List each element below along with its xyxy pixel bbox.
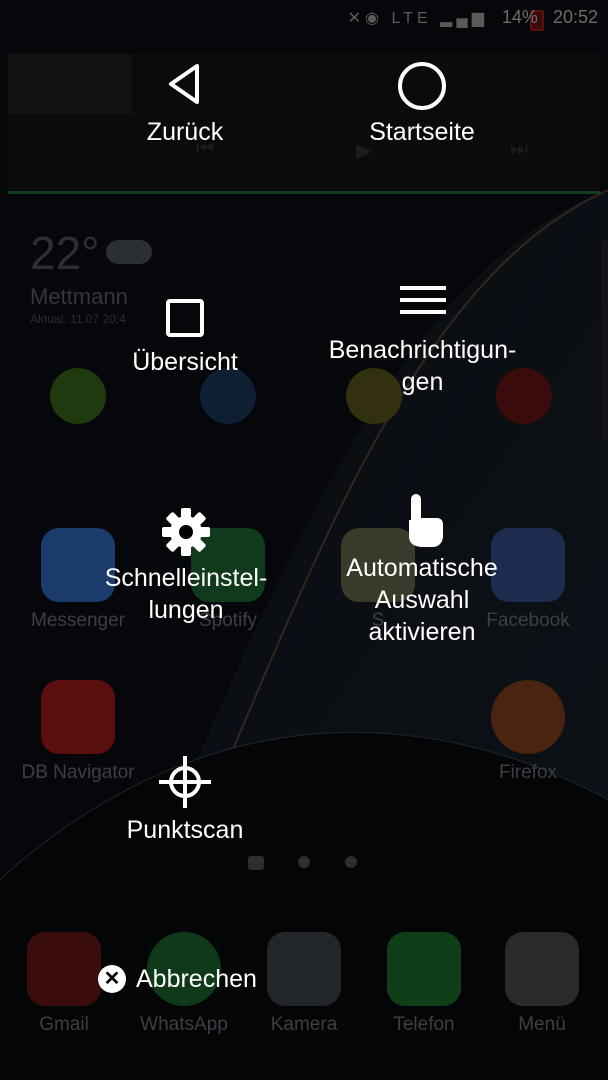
overview-label: Übersicht (132, 348, 238, 376)
home-label: Startseite (369, 118, 475, 146)
quick-settings-label: Schnelleinstel- lungen (104, 564, 268, 624)
point-scan-button[interactable]: Punktscan (95, 756, 275, 846)
auto-select-label: Automatische Auswahl aktivieren (346, 554, 498, 646)
auto-select-button[interactable]: Automatische Auswahl aktivieren (322, 492, 522, 648)
crosshair-icon (159, 756, 211, 808)
notifications-label: Benachrichtigun- gen (328, 336, 517, 396)
gear-icon (162, 508, 210, 556)
cancel-button[interactable]: ✕ Abbrechen (98, 962, 257, 996)
overview-button[interactable]: Übersicht (95, 296, 275, 378)
home-circle-icon (398, 62, 446, 110)
back-button[interactable]: Zurück (95, 60, 275, 148)
back-triangle-icon (169, 64, 199, 104)
notifications-button[interactable]: Benachrichtigun- gen (310, 282, 535, 398)
cancel-label: Abbrechen (136, 964, 257, 993)
home-button[interactable]: Startseite (332, 60, 512, 148)
close-icon: ✕ (98, 965, 126, 993)
point-scan-label: Punktscan (126, 816, 244, 844)
quick-settings-button[interactable]: Schnelleinstel- lungen (90, 506, 282, 626)
tap-hand-icon (409, 494, 443, 547)
back-label: Zurück (146, 118, 224, 146)
assistant-menu: Zurück Startseite Übersicht Benachrichti… (0, 0, 608, 1080)
recent-apps-square-icon (166, 299, 204, 337)
notifications-menu-icon (399, 286, 446, 314)
